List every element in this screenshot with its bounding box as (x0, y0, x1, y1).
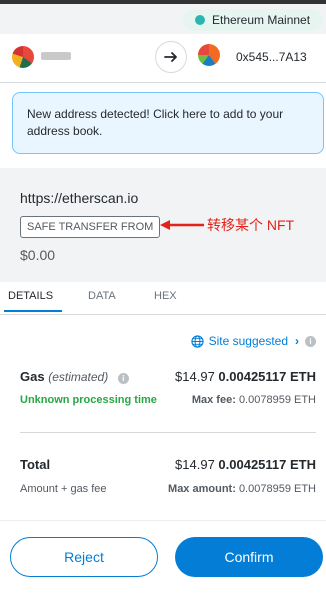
total-label: Total (20, 457, 51, 472)
site-suggested-label: Site suggested (208, 334, 288, 348)
to-address[interactable]: 0x545...7A13 (236, 50, 307, 64)
window-edge (0, 0, 326, 4)
network-status-dot (195, 15, 205, 25)
origin-site: https://etherscan.io (20, 190, 139, 206)
transaction-origin-section: https://etherscan.io SAFE TRANSFER FROM … (0, 168, 326, 282)
tab-bar: DETAILS DATA HEX (0, 282, 326, 315)
divider (20, 432, 316, 433)
new-address-notice[interactable]: New address detected! Click here to add … (12, 92, 324, 154)
transaction-amount: $0.00 (20, 247, 56, 263)
network-label: Ethereum Mainnet (212, 13, 311, 27)
chevron-right-icon: › (295, 334, 299, 348)
top-bar: Ethereum Mainnet (0, 0, 326, 34)
total-sub-label: Amount + gas fee (20, 483, 107, 495)
annotation-arrow-icon (160, 220, 204, 230)
action-footer: Reject Confirm (0, 520, 326, 593)
globe-icon (190, 334, 204, 348)
gas-value: $14.97 0.00425117 ETH (175, 369, 316, 384)
network-selector[interactable]: Ethereum Mainnet (183, 9, 323, 31)
tab-hex[interactable]: HEX (154, 290, 177, 302)
info-icon[interactable]: i (305, 335, 316, 347)
site-suggested-link[interactable]: Site suggested › i (190, 334, 316, 348)
method-badge: SAFE TRANSFER FROM (20, 216, 161, 238)
from-account-name-redacted (41, 52, 71, 60)
confirm-button[interactable]: Confirm (175, 537, 323, 577)
arrow-right-icon (155, 41, 187, 73)
gas-label: Gas (estimated) i (20, 369, 129, 384)
tab-data[interactable]: DATA (88, 290, 116, 302)
tab-details[interactable]: DETAILS (8, 290, 53, 302)
from-account-avatar (12, 46, 34, 68)
max-fee: Max fee: 0.0078959 ETH (191, 394, 316, 406)
active-tab-indicator (4, 310, 62, 312)
total-value: $14.97 0.00425117 ETH (175, 457, 316, 472)
account-bar: 0x545...7A13 (0, 34, 326, 83)
info-icon[interactable]: i (117, 373, 129, 384)
to-account-avatar (198, 44, 220, 66)
processing-time[interactable]: Unknown processing time (20, 394, 157, 406)
reject-button[interactable]: Reject (10, 537, 158, 577)
max-amount: Max amount: 0.0078959 ETH (168, 483, 316, 495)
annotation-text: 转移某个 NFT (207, 217, 295, 233)
